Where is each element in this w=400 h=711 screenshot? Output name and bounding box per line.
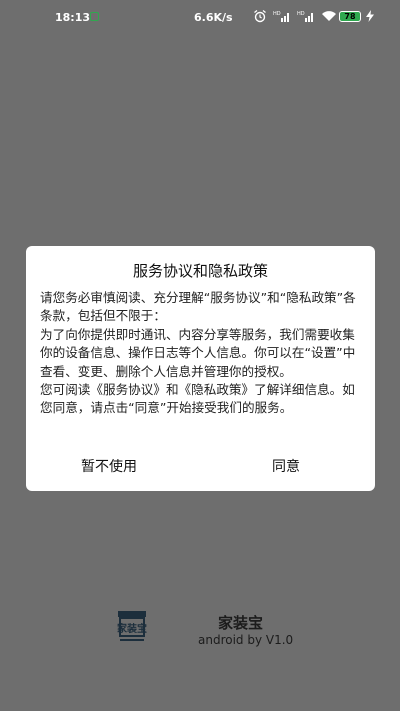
dialog-body: 请您务必审慎阅读、充分理解“服务协议”和“隐私政策”各条款，包括但不限于： 为了… (40, 289, 366, 418)
hd-signal-icon: HD (297, 11, 313, 22)
privacy-dialog: 服务协议和隐私政策 请您务必审慎阅读、充分理解“服务协议”和“隐私政策”各条款，… (26, 246, 375, 491)
dialog-paragraph: 您可阅读《服务协议》和《隐私政策》了解详细信息。如您同意，请点击“同意”开始接受… (40, 382, 355, 416)
decline-button[interactable]: 暂不使用 (81, 456, 137, 476)
wifi-icon (322, 11, 336, 21)
dialog-title: 服务协议和隐私政策 (132, 262, 268, 280)
app-version: android by V1.0 (198, 633, 294, 647)
dialog-paragraph: 请您务必审慎阅读、充分理解“服务协议”和“隐私政策”各条款，包括但不限于： (40, 290, 356, 324)
logo-text: 家装宝 (117, 622, 147, 635)
notification-icon (90, 12, 99, 21)
network-speed: 6.6K/s (194, 11, 233, 24)
alarm-icon (254, 9, 266, 23)
hd-signal-icon: HD (273, 11, 289, 22)
agree-button[interactable]: 同意 (272, 456, 300, 476)
battery-level: 78 (344, 12, 356, 21)
status-bar: 18:13 6.6K/s HD HD 78 (0, 0, 400, 34)
svg-text:HD: HD (297, 11, 305, 17)
status-time: 18:13 (55, 11, 91, 24)
dialog-paragraph: 为了向你提供即时通讯、内容分享等服务，我们需要收集你的设备信息、操作日志等个人信… (40, 326, 356, 379)
charging-icon (366, 10, 374, 22)
battery-icon: 78 (339, 11, 361, 22)
status-icons: HD HD (253, 9, 337, 23)
app-logo: 家装宝 (117, 611, 147, 641)
app-name: 家装宝 (218, 614, 264, 632)
svg-text:HD: HD (273, 11, 281, 17)
